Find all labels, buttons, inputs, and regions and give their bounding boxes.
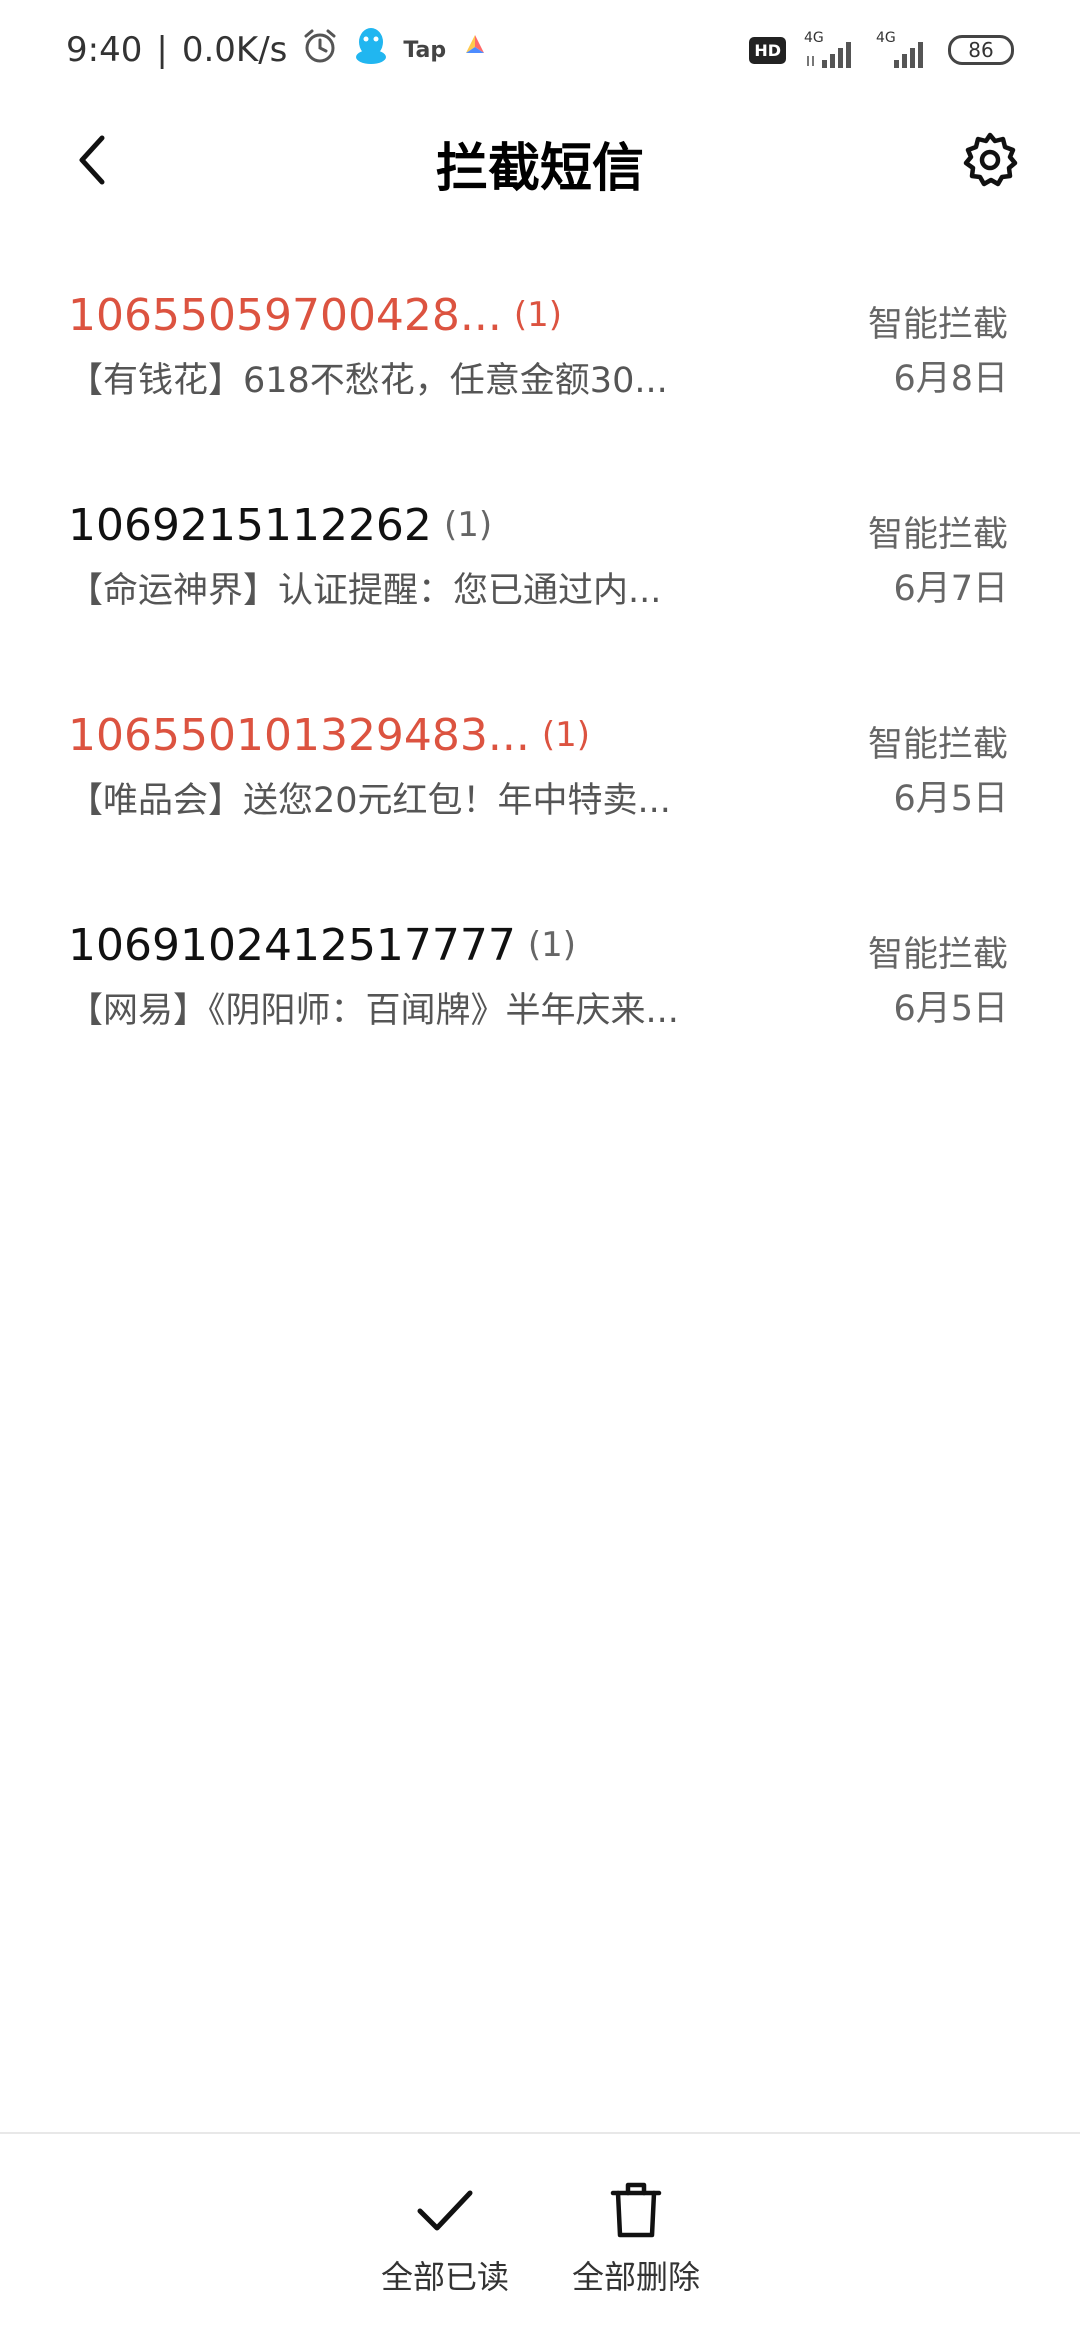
screen: 9:40 | 0.0K/s Tap HD 4G 4G 86 拦截短信 10655… xyxy=(0,0,1080,2340)
message-count: (1) xyxy=(443,505,493,545)
status-speed: 0.0K/s xyxy=(181,30,288,70)
status-right: HD 4G 4G 86 xyxy=(749,24,1014,76)
message-item[interactable]: 106550101329483... (1) 【唯品会】送您20元红包！年中特卖.… xyxy=(0,690,1080,900)
qq-icon xyxy=(353,26,389,75)
message-date: 6月5日 xyxy=(893,779,1008,819)
signal-icon-sim1: 4G xyxy=(804,30,858,70)
mark-all-read-button[interactable]: 全部已读 xyxy=(360,2178,530,2308)
title-bar: 拦截短信 xyxy=(0,100,1080,220)
message-preview: 【网易】《阴阳师：百闻牌》半年庆来... xyxy=(68,991,679,1031)
message-count: (1) xyxy=(527,925,577,965)
gear-icon xyxy=(963,132,1018,187)
message-preview: 【命运神界】认证提醒：您已通过内... xyxy=(68,571,662,611)
message-list: 10655059700428... (1) 【有钱花】618不愁花，任意金额30.… xyxy=(0,270,1080,1110)
message-count: (1) xyxy=(513,295,563,335)
delete-all-label: 全部删除 xyxy=(571,2258,700,2296)
sender-number: 1069215112262 xyxy=(68,500,432,551)
message-date: 6月7日 xyxy=(893,569,1008,609)
message-sender: 1069102412517777 (1) xyxy=(68,920,576,971)
alarm-icon xyxy=(301,27,339,74)
block-tag: 智能拦截 xyxy=(867,725,1008,765)
status-left: 9:40 | 0.0K/s Tap xyxy=(66,24,490,76)
signal-icon-sim2: 4G xyxy=(876,30,930,70)
message-count: (1) xyxy=(541,715,591,755)
trash-icon xyxy=(604,2178,668,2242)
message-date: 6月8日 xyxy=(893,359,1008,399)
checkmark-icon xyxy=(413,2178,477,2242)
block-tag: 智能拦截 xyxy=(867,305,1008,345)
message-item[interactable]: 1069102412517777 (1) 【网易】《阴阳师：百闻牌》半年庆来...… xyxy=(0,900,1080,1110)
sender-number: 10655059700428... xyxy=(68,290,502,341)
status-bar: 9:40 | 0.0K/s Tap HD 4G 4G 86 xyxy=(0,0,1080,96)
message-preview: 【唯品会】送您20元红包！年中特卖... xyxy=(68,781,671,821)
message-sender: 1069215112262 (1) xyxy=(68,500,492,551)
settings-button[interactable] xyxy=(956,126,1024,194)
tap-app-icon: Tap xyxy=(403,37,447,63)
status-separator: | xyxy=(156,30,168,70)
block-tag: 智能拦截 xyxy=(867,515,1008,555)
block-tag: 智能拦截 xyxy=(867,935,1008,975)
colorful-app-icon xyxy=(460,30,490,70)
hd-badge: HD xyxy=(749,36,786,64)
bottom-toolbar: 全部已读 全部删除 xyxy=(0,2132,1080,2340)
message-item[interactable]: 1069215112262 (1) 【命运神界】认证提醒：您已通过内... 智能拦… xyxy=(0,480,1080,690)
sender-number: 1069102412517777 xyxy=(68,920,516,971)
message-sender: 10655059700428... (1) xyxy=(68,290,562,341)
delete-all-button[interactable]: 全部删除 xyxy=(551,2178,721,2308)
message-item[interactable]: 10655059700428... (1) 【有钱花】618不愁花，任意金额30.… xyxy=(0,270,1080,480)
battery-level: 86 xyxy=(968,38,994,62)
message-sender: 106550101329483... (1) xyxy=(68,710,590,761)
page-title: 拦截短信 xyxy=(435,139,644,199)
message-date: 6月5日 xyxy=(893,989,1008,1029)
message-preview: 【有钱花】618不愁花，任意金额30... xyxy=(68,361,668,401)
sender-number: 106550101329483... xyxy=(68,710,530,761)
battery-icon: 86 xyxy=(948,35,1014,65)
mark-all-read-label: 全部已读 xyxy=(380,2258,509,2296)
status-time: 9:40 xyxy=(66,30,143,70)
